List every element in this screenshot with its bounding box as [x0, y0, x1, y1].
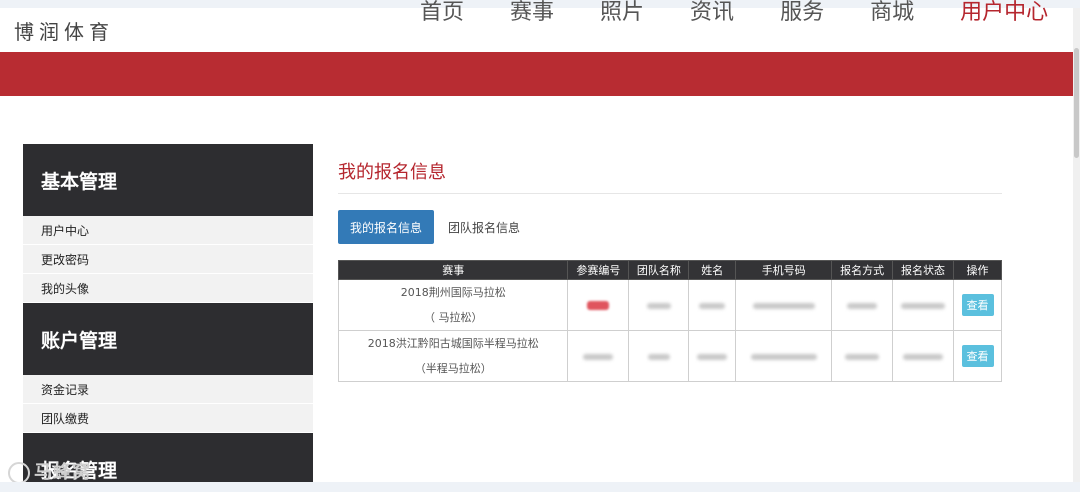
- watermark-logo-icon: [8, 462, 30, 484]
- registration-table: 赛事 参赛编号 团队名称 姓名 手机号码 报名方式 报名状态 操作 2018荆州…: [337, 260, 1002, 382]
- redacted-value: [901, 302, 946, 309]
- action-cell: 查看: [953, 330, 1002, 382]
- view-button[interactable]: 查看: [961, 345, 994, 367]
- nav-photos[interactable]: 照片: [600, 0, 644, 26]
- tab-bar: 我的报名信息 团队报名信息: [338, 210, 1002, 244]
- nav-events[interactable]: 赛事: [510, 0, 554, 26]
- action-cell: 查看: [953, 279, 1002, 331]
- column-header: 报名方式: [831, 260, 894, 280]
- table-header-row: 赛事 参赛编号 团队名称 姓名 手机号码 报名方式 报名状态 操作: [337, 260, 1002, 280]
- nav-news[interactable]: 资讯: [690, 0, 734, 26]
- redacted-value: [845, 353, 880, 360]
- event-name: 2018洪江黔阳古城国际半程马拉松: [367, 337, 539, 350]
- column-header: 赛事: [337, 260, 569, 280]
- table-row: 2018荆州国际马拉松 （ 马拉松） 查看: [337, 279, 1002, 331]
- event-name: 2018荆州国际马拉松: [400, 286, 506, 299]
- page-title: 我的报名信息: [338, 158, 1002, 194]
- event-cell: 2018洪江黔阳古城国际半程马拉松 （半程马拉松）: [337, 330, 569, 382]
- scrollbar-thumb[interactable]: [1074, 48, 1079, 158]
- redacted-value: [647, 353, 670, 360]
- event-category: （ 马拉松）: [423, 311, 483, 324]
- bib-number-cell: [567, 279, 630, 331]
- column-header: 参赛编号: [567, 260, 630, 280]
- registration-status-cell: [892, 330, 955, 382]
- column-header: 报名状态: [892, 260, 955, 280]
- bib-number-cell: [567, 330, 630, 382]
- nav-services[interactable]: 服务: [780, 0, 824, 26]
- watermark: 马蜂窝: [8, 458, 91, 484]
- name-cell: [688, 279, 737, 331]
- column-header: 姓名: [688, 260, 737, 280]
- redacted-value: [583, 353, 614, 360]
- site-header: 博润体育 首页 赛事 照片 资讯 服务 商城 用户中心: [0, 0, 1080, 52]
- registration-status-cell: [892, 279, 955, 331]
- redacted-value: [646, 302, 671, 309]
- event-category: （半程马拉松）: [414, 362, 492, 375]
- redacted-value: [699, 302, 726, 309]
- column-header: 手机号码: [735, 260, 833, 280]
- sidebar-item-user-center[interactable]: 用户中心: [23, 216, 313, 245]
- redacted-value: [587, 301, 610, 310]
- sidebar-group-basic: 基本管理: [23, 144, 313, 216]
- bottom-strip: [0, 482, 1080, 492]
- column-header: 团队名称: [628, 260, 690, 280]
- main-nav: 首页 赛事 照片 资讯 服务 商城 用户中心: [420, 0, 1048, 26]
- red-banner: [0, 52, 1073, 96]
- registration-method-cell: [831, 330, 894, 382]
- tab-my-registration[interactable]: 我的报名信息: [338, 210, 435, 244]
- nav-home[interactable]: 首页: [420, 0, 464, 26]
- page-scrollbar[interactable]: [1073, 8, 1080, 492]
- nav-user-center[interactable]: 用户中心: [960, 0, 1048, 26]
- redacted-value: [750, 353, 817, 360]
- sidebar-group-account: 账户管理: [23, 303, 313, 375]
- team-name-cell: [628, 330, 690, 382]
- redacted-value: [697, 353, 728, 360]
- name-cell: [688, 330, 737, 382]
- team-name-cell: [628, 279, 690, 331]
- phone-cell: [735, 330, 833, 382]
- watermark-text: 马蜂窝: [34, 462, 91, 483]
- tab-team-registration[interactable]: 团队报名信息: [436, 210, 532, 244]
- event-cell: 2018荆州国际马拉松 （ 马拉松）: [337, 279, 569, 331]
- redacted-value: [847, 302, 878, 309]
- nav-shop[interactable]: 商城: [870, 0, 914, 26]
- redacted-value: [903, 353, 944, 360]
- sidebar-item-fund-records[interactable]: 资金记录: [23, 375, 313, 404]
- sidebar-item-team-payment[interactable]: 团队缴费: [23, 404, 313, 433]
- table-row: 2018洪江黔阳古城国际半程马拉松 （半程马拉松） 查看: [337, 330, 1002, 382]
- phone-cell: [735, 279, 833, 331]
- sidebar-item-change-password[interactable]: 更改密码: [23, 245, 313, 274]
- view-button[interactable]: 查看: [961, 294, 994, 316]
- site-logo[interactable]: 博润体育: [14, 16, 114, 45]
- sidebar-item-my-avatar[interactable]: 我的头像: [23, 274, 313, 303]
- column-header: 操作: [953, 260, 1002, 280]
- redacted-value: [752, 302, 815, 309]
- registration-method-cell: [831, 279, 894, 331]
- main-content: 我的报名信息 我的报名信息 团队报名信息 赛事 参赛编号 团队名称 姓名 手机号…: [337, 144, 1002, 382]
- sidebar: 基本管理 用户中心 更改密码 我的头像 账户管理 资金记录 团队缴费 报名管理: [23, 144, 313, 492]
